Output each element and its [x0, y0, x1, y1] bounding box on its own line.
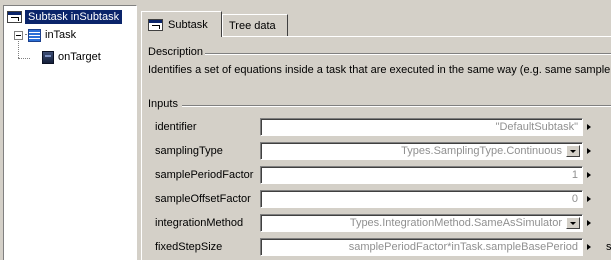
modifier-arrow-icon[interactable]	[587, 244, 591, 250]
modifier-arrow-icon[interactable]	[587, 148, 591, 154]
tab-content: Description Identifies a set of equation…	[141, 36, 611, 260]
tree-item-intask[interactable]: inTask	[14, 27, 76, 43]
task-icon	[28, 28, 41, 42]
select-value: Types.SamplingType.Continuous	[401, 145, 562, 157]
tab-label: Subtask	[168, 18, 208, 31]
field-row-identifier: identifier "DefaultSubtask"	[142, 118, 611, 137]
modifier-arrow-icon[interactable]	[587, 124, 591, 130]
field-row-sampleperiodfactor: samplePeriodFactor 1	[142, 166, 611, 185]
tree-item-ontarget[interactable]: onTarget	[42, 49, 101, 65]
tab-label: Tree data	[229, 19, 276, 32]
field-label: samplingType	[155, 145, 223, 157]
tab-tree-data[interactable]: Tree data	[222, 14, 288, 36]
field-label: identifier	[155, 121, 197, 133]
samplingtype-select[interactable]: Types.SamplingType.Continuous	[260, 142, 583, 160]
field-label: integrationMethod	[155, 217, 244, 229]
field-row-fixedstepsize: fixedStepSize samplePeriodFactor*inTask.…	[142, 238, 611, 257]
identifier-input[interactable]: "DefaultSubtask"	[260, 118, 583, 136]
tree-item-label: onTarget	[58, 51, 101, 63]
tab-subtask[interactable]: Subtask	[141, 11, 222, 37]
fixedstepsize-input[interactable]: samplePeriodFactor*inTask.sampleBasePeri…	[260, 238, 583, 256]
tree-item-label: inTask	[45, 29, 77, 41]
field-row-sampleoffsetfactor: sampleOffsetFactor 0	[142, 190, 611, 209]
modifier-arrow-icon[interactable]	[587, 220, 591, 226]
target-icon	[42, 50, 54, 64]
select-value: Types.IntegrationMethod.SameAsSimulator	[349, 217, 562, 229]
field-label: fixedStepSize	[155, 241, 223, 253]
divider	[200, 53, 611, 55]
subtask-icon	[148, 18, 163, 31]
field-row-samplingtype: samplingType Types.SamplingType.Continuo…	[142, 142, 611, 161]
modifier-arrow-icon[interactable]	[587, 172, 591, 178]
tree-item-subtask[interactable]: Subtask inSubtask	[7, 9, 123, 25]
field-label: samplePeriodFactor	[155, 169, 254, 181]
subtask-icon	[7, 11, 22, 23]
tree-connector	[18, 58, 30, 59]
field-row-integrationmethod: integrationMethod Types.IntegrationMetho…	[142, 214, 611, 233]
chevron-down-icon[interactable]	[566, 145, 580, 157]
unit-label: s	[606, 241, 611, 253]
collapse-icon[interactable]	[14, 30, 23, 40]
sampleperiodfactor-input[interactable]: 1	[260, 166, 583, 184]
model-tree: Subtask inSubtask inTask onTarget	[3, 5, 137, 260]
tree-item-label: Subtask inSubtask	[25, 10, 123, 24]
divider	[182, 105, 611, 107]
modifier-arrow-icon[interactable]	[587, 196, 591, 202]
chevron-down-icon[interactable]	[566, 217, 580, 229]
field-label: sampleOffsetFactor	[155, 193, 251, 205]
inputs-heading: Inputs	[148, 98, 180, 110]
integrationmethod-select[interactable]: Types.IntegrationMethod.SameAsSimulator	[260, 214, 583, 232]
description-text: Identifies a set of equations inside a t…	[148, 64, 611, 76]
sampleoffsetfactor-input[interactable]: 0	[260, 190, 583, 208]
description-heading: Description	[148, 46, 206, 58]
